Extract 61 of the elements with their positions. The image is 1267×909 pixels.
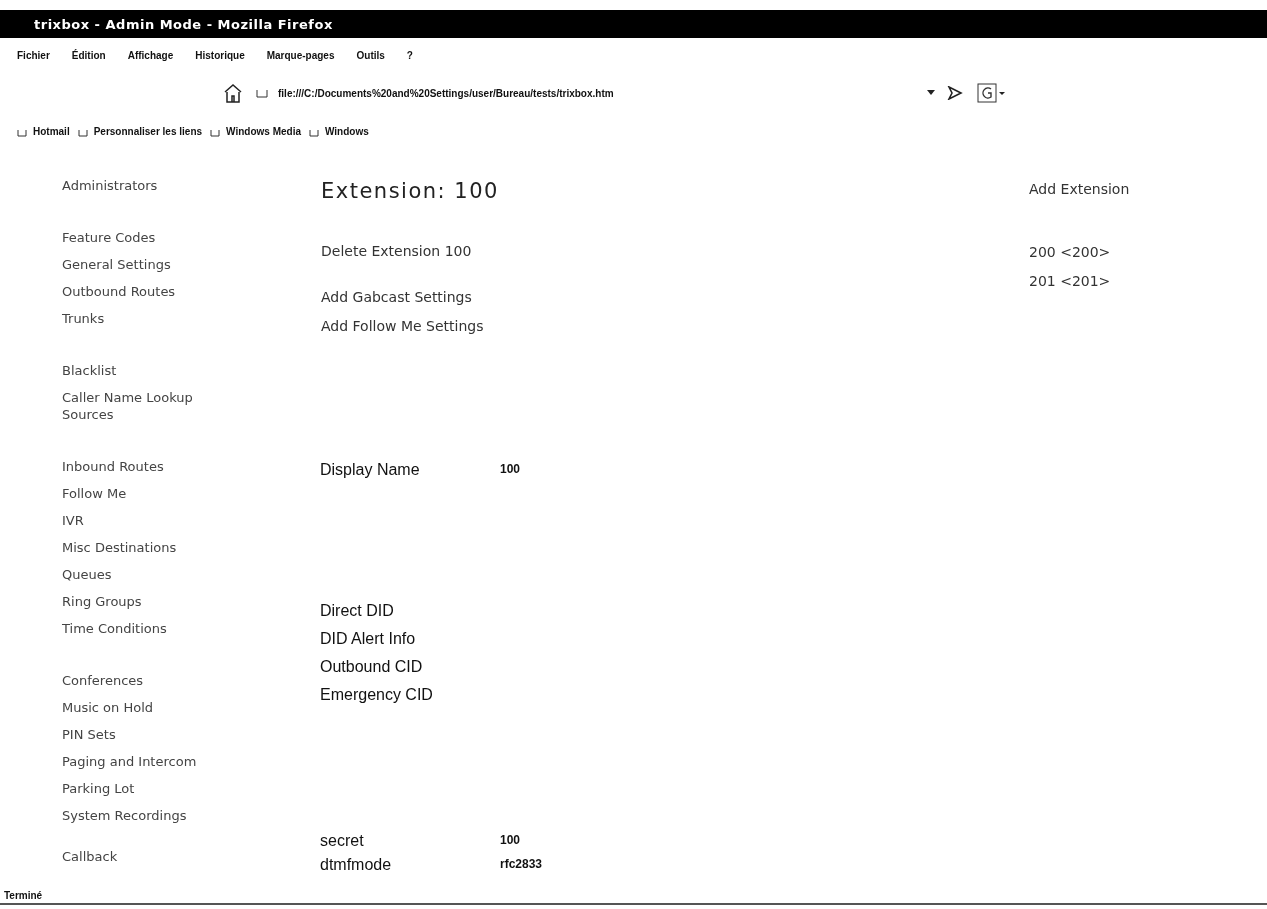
field-value: 100: [500, 461, 521, 478]
menu-item[interactable]: Historique: [195, 50, 245, 70]
add-extension-link[interactable]: Add Extension: [1029, 181, 1130, 197]
bookmark-icon: [77, 128, 88, 137]
action-link[interactable]: Add Follow Me Settings: [321, 316, 1017, 336]
field-value: 100: [500, 832, 521, 849]
extension-link[interactable]: 200 <200>: [1029, 244, 1130, 260]
sidebar-link[interactable]: Music on Hold: [62, 699, 232, 716]
extension-link[interactable]: 201 <201>: [1029, 273, 1130, 289]
sidebar-link[interactable]: Outbound Routes: [62, 283, 232, 300]
bookmark-link[interactable]: Windows Media: [210, 125, 301, 137]
sidebar-link[interactable]: Feature Codes: [62, 229, 232, 246]
action-link[interactable]: Add Gabcast Settings: [321, 287, 1017, 307]
address-field[interactable]: file:///C:/Documents%20and%20Settings/user/Bureau/tests/trixbox.htm: [278, 87, 851, 99]
bookmark-icon: [210, 128, 221, 137]
go-icon[interactable]: [947, 86, 963, 100]
bookmark-icon: [309, 128, 319, 137]
page-icon: [256, 88, 268, 98]
field-label: DID Alert Info: [320, 629, 417, 648]
field-value: rfc2833: [500, 856, 543, 873]
sidebar-link[interactable]: General Settings: [62, 256, 232, 273]
bookmark-link[interactable]: Windows: [309, 125, 369, 137]
sidebar-link[interactable]: Inbound Routes: [62, 458, 232, 475]
menu-item[interactable]: Fichier: [17, 50, 50, 70]
field-label: dtmfmode: [320, 855, 393, 874]
bookmark-icon: [17, 128, 27, 137]
field-label: Display Name: [320, 460, 421, 479]
field-label: Outbound CID: [320, 657, 424, 676]
status-text: Terminé: [4, 889, 43, 901]
sidebar-link[interactable]: Misc Destinations: [62, 539, 232, 556]
action-link[interactable]: Delete Extension 100: [321, 241, 1017, 261]
sidebar-link[interactable]: Paging and Intercom: [62, 753, 232, 770]
sidebar-link[interactable]: Caller Name Lookup Sources: [62, 389, 232, 423]
sidebar-link[interactable]: Time Conditions: [62, 620, 232, 637]
sidebar-link[interactable]: IVR: [62, 512, 232, 529]
menu-item[interactable]: ?: [406, 50, 413, 70]
menu-item[interactable]: Affichage: [127, 50, 174, 70]
search-engine-icon[interactable]: [977, 83, 1007, 103]
sidebar-link[interactable]: Conferences: [62, 672, 232, 689]
window-title: trixbox - Admin Mode - Mozilla Firefox: [34, 16, 333, 32]
sidebar-link[interactable]: Follow Me: [62, 485, 232, 502]
field-label: Emergency CID: [320, 685, 434, 704]
sidebar-link[interactable]: System Recordings: [62, 807, 232, 824]
dropdown-icon[interactable]: [927, 90, 935, 96]
sidebar-link[interactable]: Trunks: [62, 310, 232, 327]
menu-item[interactable]: Outils: [356, 50, 385, 70]
field-label: Direct DID: [320, 601, 395, 620]
home-icon[interactable]: [222, 82, 244, 104]
page-heading: Extension: 100: [321, 179, 500, 203]
sidebar-link[interactable]: Administrators: [62, 177, 232, 194]
sidebar-link[interactable]: PIN Sets: [62, 726, 232, 743]
sidebar-link[interactable]: Callback: [62, 848, 232, 865]
bookmark-link[interactable]: Hotmail: [17, 125, 70, 137]
sidebar-link[interactable]: Queues: [62, 566, 232, 583]
menu-item[interactable]: Marque-pages: [266, 50, 335, 70]
sidebar-link[interactable]: Blacklist: [62, 362, 232, 379]
menu-item[interactable]: Édition: [71, 50, 106, 70]
bookmark-link[interactable]: Personnaliser les liens: [77, 125, 203, 137]
sidebar-link[interactable]: Parking Lot: [62, 780, 232, 797]
sidebar-link[interactable]: Ring Groups: [62, 593, 232, 610]
field-label: secret: [320, 831, 365, 850]
